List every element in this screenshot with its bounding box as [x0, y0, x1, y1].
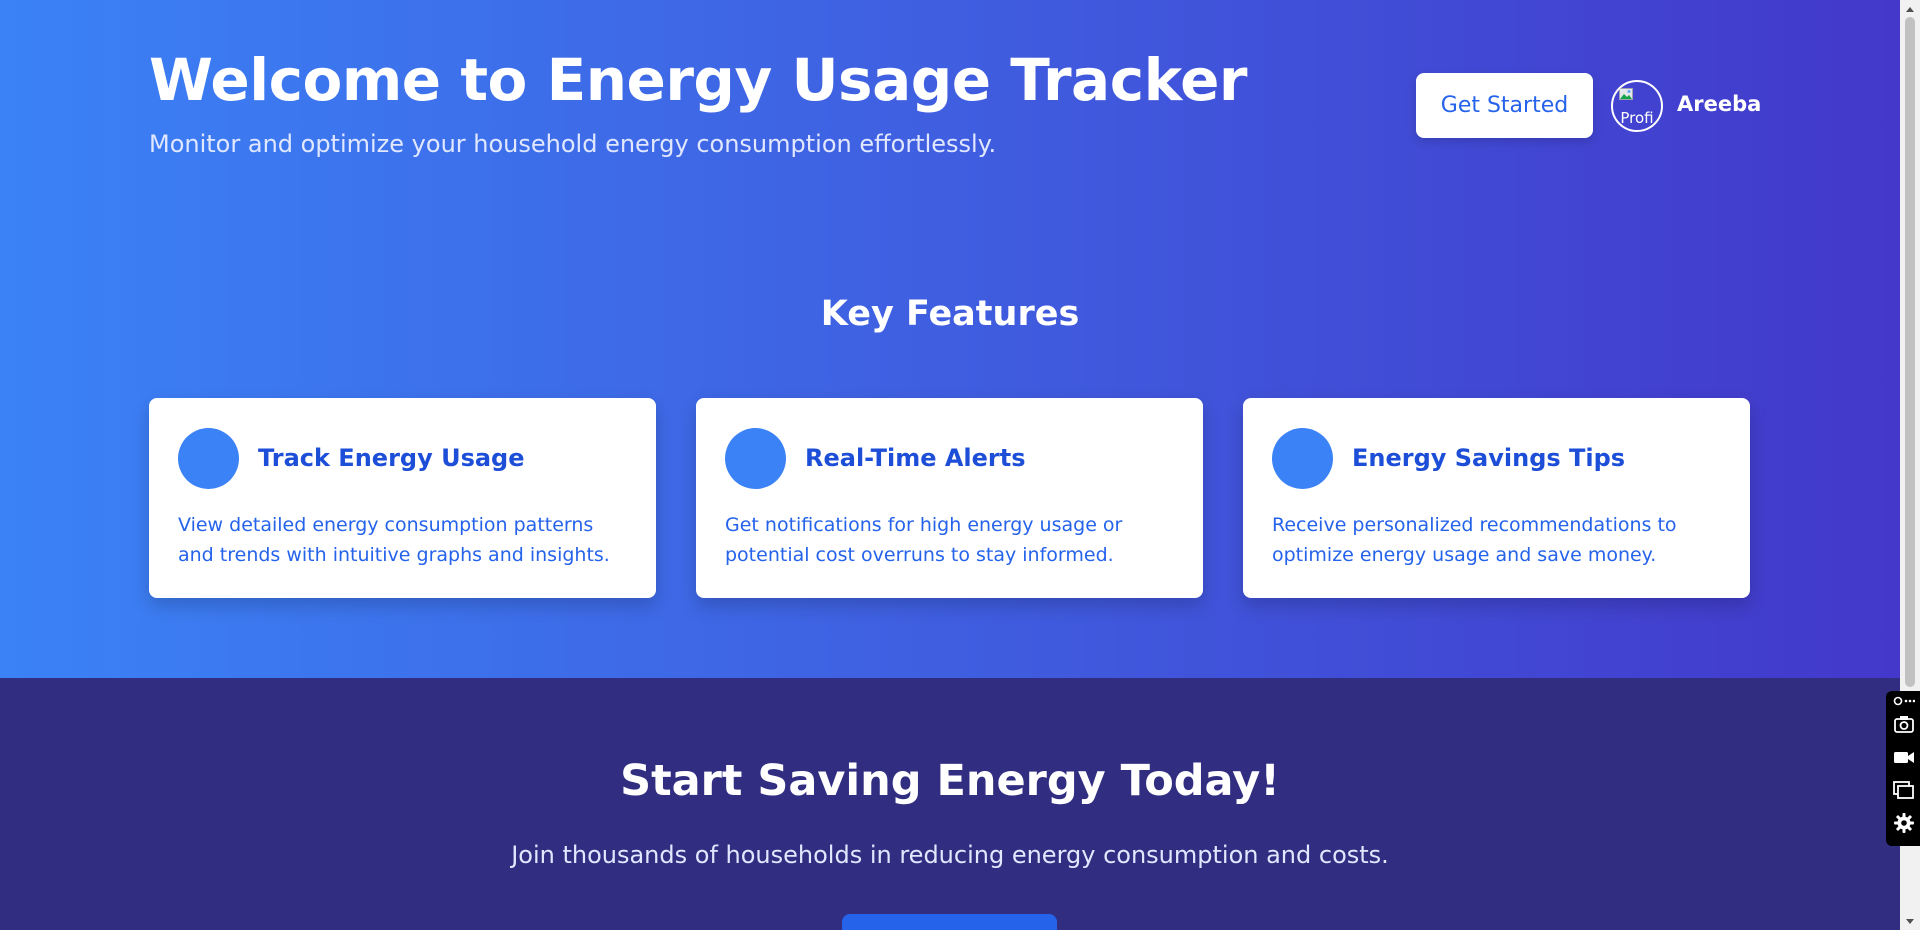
link-icon[interactable]	[1893, 694, 1915, 708]
gear-icon[interactable]	[1893, 812, 1915, 834]
cta-subtitle: Join thousands of households in reducing…	[511, 841, 1389, 869]
username[interactable]: Areeba	[1677, 92, 1761, 116]
feature-title: Real-Time Alerts	[805, 444, 1026, 472]
feature-card-track-energy: Track Energy Usage View detailed energy …	[149, 398, 656, 598]
scroll-down-arrow-icon[interactable]	[1900, 913, 1920, 930]
avatar-alt-text: Profi	[1620, 109, 1654, 127]
feature-title: Track Energy Usage	[258, 444, 525, 472]
feature-circle-icon	[725, 428, 786, 489]
hero-subtitle: Monitor and optimize your household ener…	[149, 130, 997, 158]
cta-button[interactable]	[842, 914, 1057, 930]
video-icon[interactable]	[1893, 746, 1915, 768]
cta-title: Start Saving Energy Today!	[620, 756, 1280, 806]
cta-section: Start Saving Energy Today! Join thousand…	[0, 678, 1900, 930]
avatar[interactable]: Profi	[1611, 80, 1663, 132]
scrollbar-thumb[interactable]	[1905, 17, 1915, 687]
window-icon[interactable]	[1893, 779, 1915, 801]
feature-card-savings-tips: Energy Savings Tips Receive personalized…	[1243, 398, 1750, 598]
page: Welcome to Energy Usage Tracker Monitor …	[0, 0, 1900, 930]
feature-description: Get notifications for high energy usage …	[725, 514, 1123, 566]
screen-capture-toolbar	[1886, 691, 1920, 846]
feature-circle-icon	[178, 428, 239, 489]
feature-title: Energy Savings Tips	[1352, 444, 1626, 472]
feature-card-real-time-alerts: Real-Time Alerts Get notifications for h…	[696, 398, 1203, 598]
broken-image-icon	[1619, 88, 1633, 100]
get-started-button[interactable]: Get Started	[1416, 73, 1593, 138]
feature-description: Receive personalized recommendations to …	[1272, 514, 1677, 566]
feature-description: View detailed energy consumption pattern…	[178, 514, 610, 566]
feature-circle-icon	[1272, 428, 1333, 489]
features-heading: Key Features	[820, 294, 1080, 334]
camera-icon[interactable]	[1893, 713, 1915, 735]
hero-section: Welcome to Energy Usage Tracker Monitor …	[0, 0, 1900, 678]
hero-title: Welcome to Energy Usage Tracker	[149, 46, 1248, 114]
scroll-up-arrow-icon[interactable]	[1900, 0, 1920, 17]
